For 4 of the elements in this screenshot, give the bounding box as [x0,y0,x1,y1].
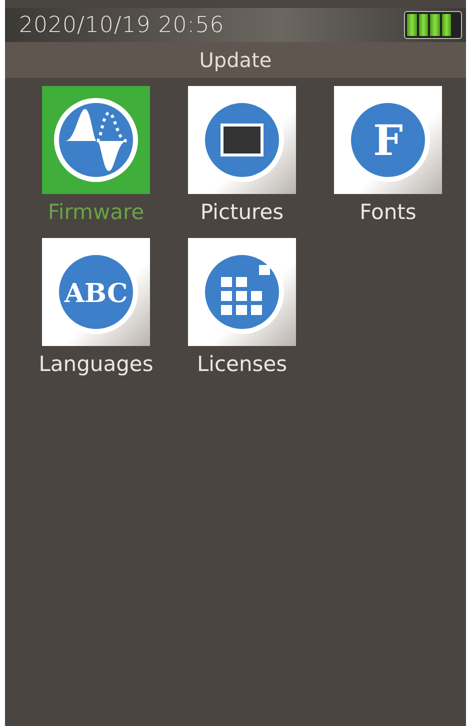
date-time: 2020/10/19 20:56 [19,12,224,38]
screen-title: Update [199,48,272,72]
sine-wave-icon [51,95,141,185]
battery-icon [404,11,462,39]
